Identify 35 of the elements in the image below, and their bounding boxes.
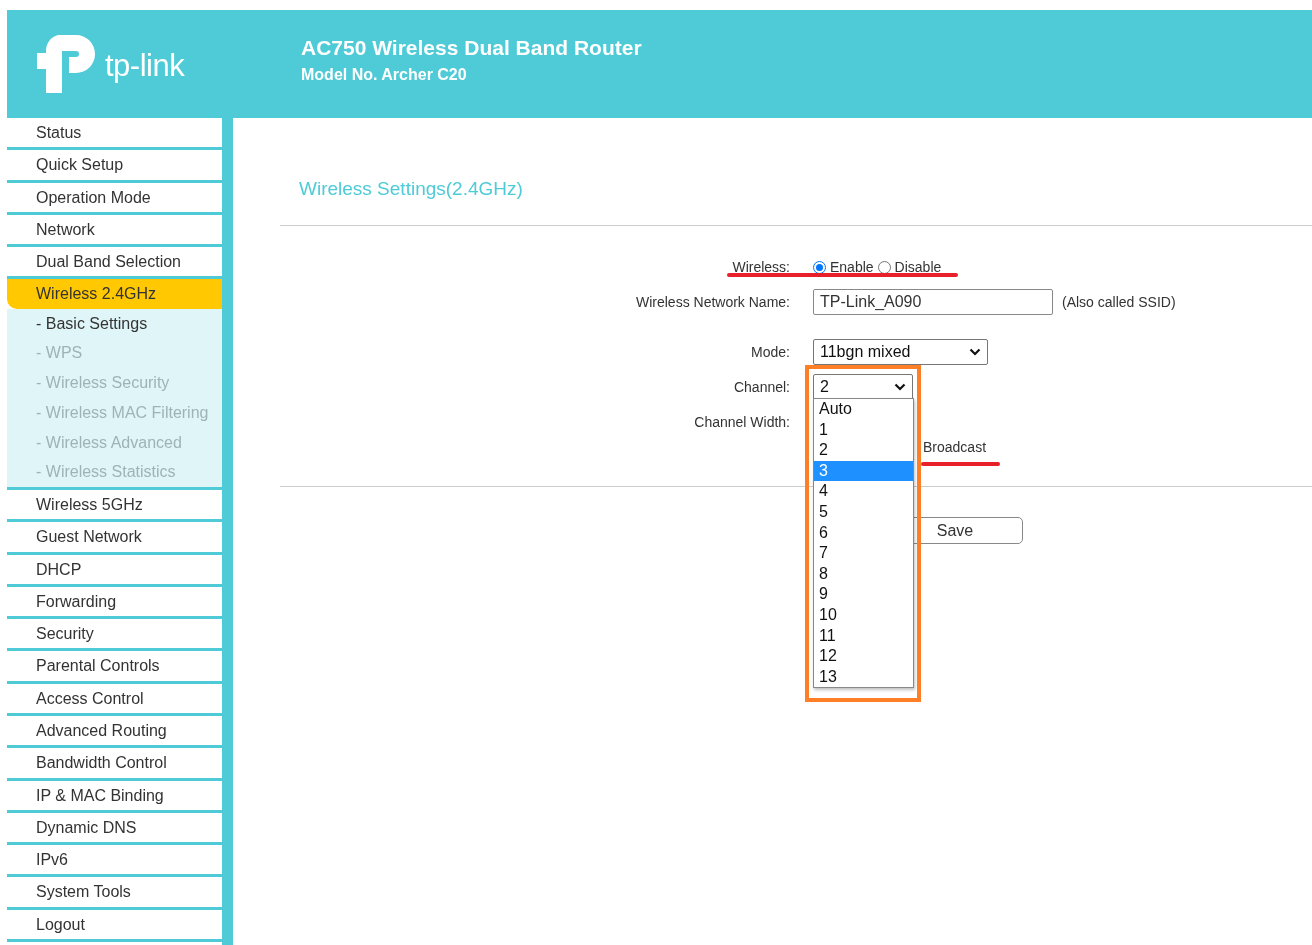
dropdown-option[interactable]: 6 — [814, 522, 913, 544]
dropdown-option[interactable]: 1 — [814, 419, 913, 441]
radio-button[interactable] — [877, 260, 891, 274]
dropdown-option[interactable]: 5 — [814, 501, 913, 523]
chevron-down-icon — [894, 383, 906, 391]
dropdown-option[interactable]: 10 — [814, 604, 913, 626]
dropdown-option[interactable]: 4 — [814, 481, 913, 502]
checkbox-label: Broadcast — [923, 439, 987, 455]
dropdown-option[interactable]: 2 — [814, 440, 913, 461]
sidebar-item[interactable]: Wireless 2.4GHz — [7, 279, 222, 309]
page-heading: Wireless Settings(2.4GHz) — [299, 178, 524, 200]
field-label: Channel: — [732, 379, 790, 395]
field-label: Wireless: — [731, 259, 790, 275]
network-name-field[interactable]: TP-Link_A090 — [813, 289, 1053, 315]
radio-button[interactable] — [813, 260, 826, 274]
field-note: (Also called SSID) — [1062, 294, 1176, 310]
logo-text: tp-link — [105, 48, 185, 84]
dropdown-option[interactable]: 13 — [814, 666, 913, 688]
dropdown-option[interactable]: 12 — [814, 646, 913, 667]
chevron-down-icon — [969, 348, 981, 356]
dropdown-option[interactable]: 11 — [814, 625, 913, 647]
radio-label: Enable — [830, 259, 874, 275]
model-number: Model No. Archer C20 — [301, 66, 468, 84]
dropdown-option[interactable]: 8 — [814, 563, 913, 585]
field-label: Wireless Network Name: — [634, 294, 790, 310]
dropdown-option[interactable]: 7 — [814, 543, 913, 564]
dropdown-option[interactable]: Auto — [814, 399, 913, 420]
field-label: Channel Width: — [693, 413, 790, 432]
field-label: Mode: — [750, 344, 790, 360]
radio-label: Disable — [894, 259, 942, 275]
channel-select[interactable]: 2 — [813, 374, 913, 400]
sidebar-subitem[interactable]: - Basic Settings — [7, 308, 222, 339]
dropdown-option[interactable]: 9 — [814, 584, 913, 605]
mode-select[interactable]: 11bgn mixed — [813, 339, 988, 365]
router-title: AC750 Wireless Dual Band Router — [301, 36, 642, 60]
